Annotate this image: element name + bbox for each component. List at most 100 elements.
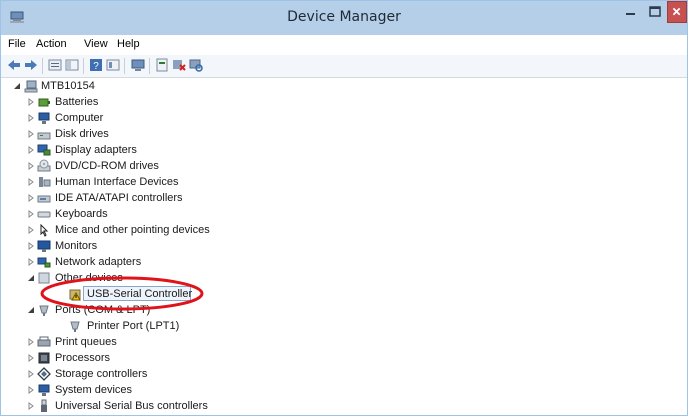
- show-hide-icon[interactable]: [106, 58, 120, 72]
- tree-item-disk-drives[interactable]: Disk drives: [1, 126, 301, 142]
- display-adapter-icon: [37, 144, 51, 156]
- tree-item-label: Display adapters: [55, 144, 137, 156]
- title-bar[interactable]: Device Manager: [1, 1, 687, 35]
- disk-drive-icon: [37, 132, 51, 140]
- close-icon: [672, 7, 681, 16]
- help-icon[interactable]: ?: [89, 58, 103, 72]
- tree-item-dvd-cd-rom-drives[interactable]: DVD/CD-ROM drives: [1, 158, 301, 174]
- svg-text:?: ?: [93, 61, 99, 72]
- toolbar-separator: [149, 58, 150, 74]
- tree-item-label: Batteries: [55, 96, 99, 108]
- network-icon: [37, 257, 51, 268]
- menu-view[interactable]: View: [84, 38, 108, 50]
- tree-item-label: DVD/CD-ROM drives: [55, 160, 159, 172]
- menu-help[interactable]: Help: [117, 38, 140, 50]
- tree-item-label: Monitors: [55, 240, 98, 252]
- tree-item-label: Mice and other pointing devices: [55, 224, 210, 236]
- tree-item-label: Disk drives: [55, 128, 109, 140]
- tree-item-mice[interactable]: Mice and other pointing devices: [1, 222, 301, 238]
- tree-item-processors[interactable]: Processors: [1, 350, 301, 366]
- battery-icon: [38, 98, 50, 107]
- tree-item-storage-controllers[interactable]: Storage controllers: [1, 366, 301, 382]
- computer-icon: [24, 80, 38, 93]
- expanded-arrow-icon[interactable]: [27, 306, 35, 314]
- tree-item-monitors[interactable]: Monitors: [1, 238, 301, 254]
- printer-port-icon: [70, 321, 80, 332]
- tree-item-computer[interactable]: Computer: [1, 110, 301, 126]
- maximize-button[interactable]: [643, 2, 667, 22]
- tree-item-label: Storage controllers: [55, 368, 148, 380]
- tree-root[interactable]: MTB10154: [1, 78, 301, 94]
- tree-root-label: MTB10154: [41, 80, 95, 92]
- minimize-button[interactable]: [617, 2, 643, 22]
- mouse-icon: [40, 223, 49, 237]
- tree-item-keyboards[interactable]: Keyboards: [1, 206, 301, 222]
- tree-item-label: Universal Serial Bus controllers: [55, 400, 208, 412]
- console-tree-icon[interactable]: [65, 58, 79, 72]
- collapsed-arrow-icon[interactable]: [27, 242, 35, 250]
- tree-item-ide-controllers[interactable]: IDE ATA/ATAPI controllers: [1, 190, 301, 206]
- tree-item-printer-port[interactable]: Printer Port (LPT1): [1, 318, 301, 334]
- tree-item-network-adapters[interactable]: Network adapters: [1, 254, 301, 270]
- collapsed-arrow-icon[interactable]: [27, 226, 35, 234]
- ide-icon: [37, 195, 51, 203]
- menu-action[interactable]: Action: [36, 38, 67, 50]
- tree-item-human-interface-devices[interactable]: Human Interface Devices: [1, 174, 301, 190]
- toolbar-separator: [83, 58, 84, 74]
- uninstall-icon[interactable]: [172, 58, 186, 72]
- tree-item-system-devices[interactable]: System devices: [1, 382, 301, 398]
- collapsed-arrow-icon[interactable]: [27, 130, 35, 138]
- tree-item-label: Printer Port (LPT1): [87, 320, 180, 332]
- tree-item-label: Human Interface Devices: [55, 176, 179, 188]
- system-icon: [38, 384, 50, 396]
- print-queue-icon: [37, 336, 51, 347]
- collapsed-arrow-icon[interactable]: [27, 178, 35, 186]
- properties-icon[interactable]: [48, 58, 62, 72]
- device-manager-window: Device Manager File Action View Help ? M…: [0, 0, 688, 416]
- tree-item-label: System devices: [55, 384, 133, 396]
- forward-icon[interactable]: [24, 58, 38, 72]
- tree-item-print-queues[interactable]: Print queues: [1, 334, 301, 350]
- collapsed-arrow-icon[interactable]: [27, 338, 35, 346]
- collapsed-arrow-icon[interactable]: [27, 146, 35, 154]
- menu-file[interactable]: File: [8, 38, 26, 50]
- scan-icon[interactable]: [189, 58, 203, 72]
- computer-icon[interactable]: [131, 58, 145, 72]
- collapsed-arrow-icon[interactable]: [27, 370, 35, 378]
- close-button[interactable]: [667, 1, 687, 23]
- collapsed-arrow-icon[interactable]: [27, 98, 35, 106]
- toolbar-separator: [124, 58, 125, 74]
- hid-icon: [39, 177, 51, 187]
- expanded-arrow-icon[interactable]: [13, 82, 21, 90]
- tree-item-label: Computer: [55, 112, 104, 124]
- collapsed-arrow-icon[interactable]: [27, 258, 35, 266]
- device-tree: MTB10154 Batteries Computer Disk drives …: [1, 78, 687, 415]
- tree-item-label: Print queues: [55, 336, 117, 348]
- tree-item-label: Keyboards: [55, 208, 108, 220]
- tree-item-label: Processors: [55, 352, 111, 364]
- keyboard-icon: [37, 211, 51, 218]
- tree-item-display-adapters[interactable]: Display adapters: [1, 142, 301, 158]
- menu-bar: File Action View Help: [1, 35, 687, 55]
- toolbar-separator: [42, 58, 43, 74]
- processor-icon: [38, 352, 50, 364]
- window-title: Device Manager: [287, 9, 401, 25]
- tree-item-batteries[interactable]: Batteries: [1, 94, 301, 110]
- tree-item-usb-controllers[interactable]: Universal Serial Bus controllers: [1, 398, 301, 414]
- collapsed-arrow-icon[interactable]: [27, 210, 35, 218]
- collapsed-arrow-icon[interactable]: [27, 162, 35, 170]
- tree-item-label: IDE ATA/ATAPI controllers: [55, 192, 183, 204]
- collapsed-arrow-icon[interactable]: [27, 402, 35, 410]
- toolbar: ?: [1, 55, 687, 78]
- tree-item-label: Network adapters: [55, 256, 142, 268]
- storage-icon: [37, 367, 51, 381]
- update-driver-icon[interactable]: [155, 58, 169, 72]
- expanded-arrow-icon[interactable]: [27, 274, 35, 282]
- collapsed-arrow-icon[interactable]: [27, 386, 35, 394]
- dvd-icon: [37, 159, 51, 172]
- collapsed-arrow-icon[interactable]: [27, 354, 35, 362]
- collapsed-arrow-icon[interactable]: [27, 114, 35, 122]
- collapsed-arrow-icon[interactable]: [27, 194, 35, 202]
- red-highlight-ellipse: [40, 276, 204, 311]
- back-icon[interactable]: [7, 58, 21, 72]
